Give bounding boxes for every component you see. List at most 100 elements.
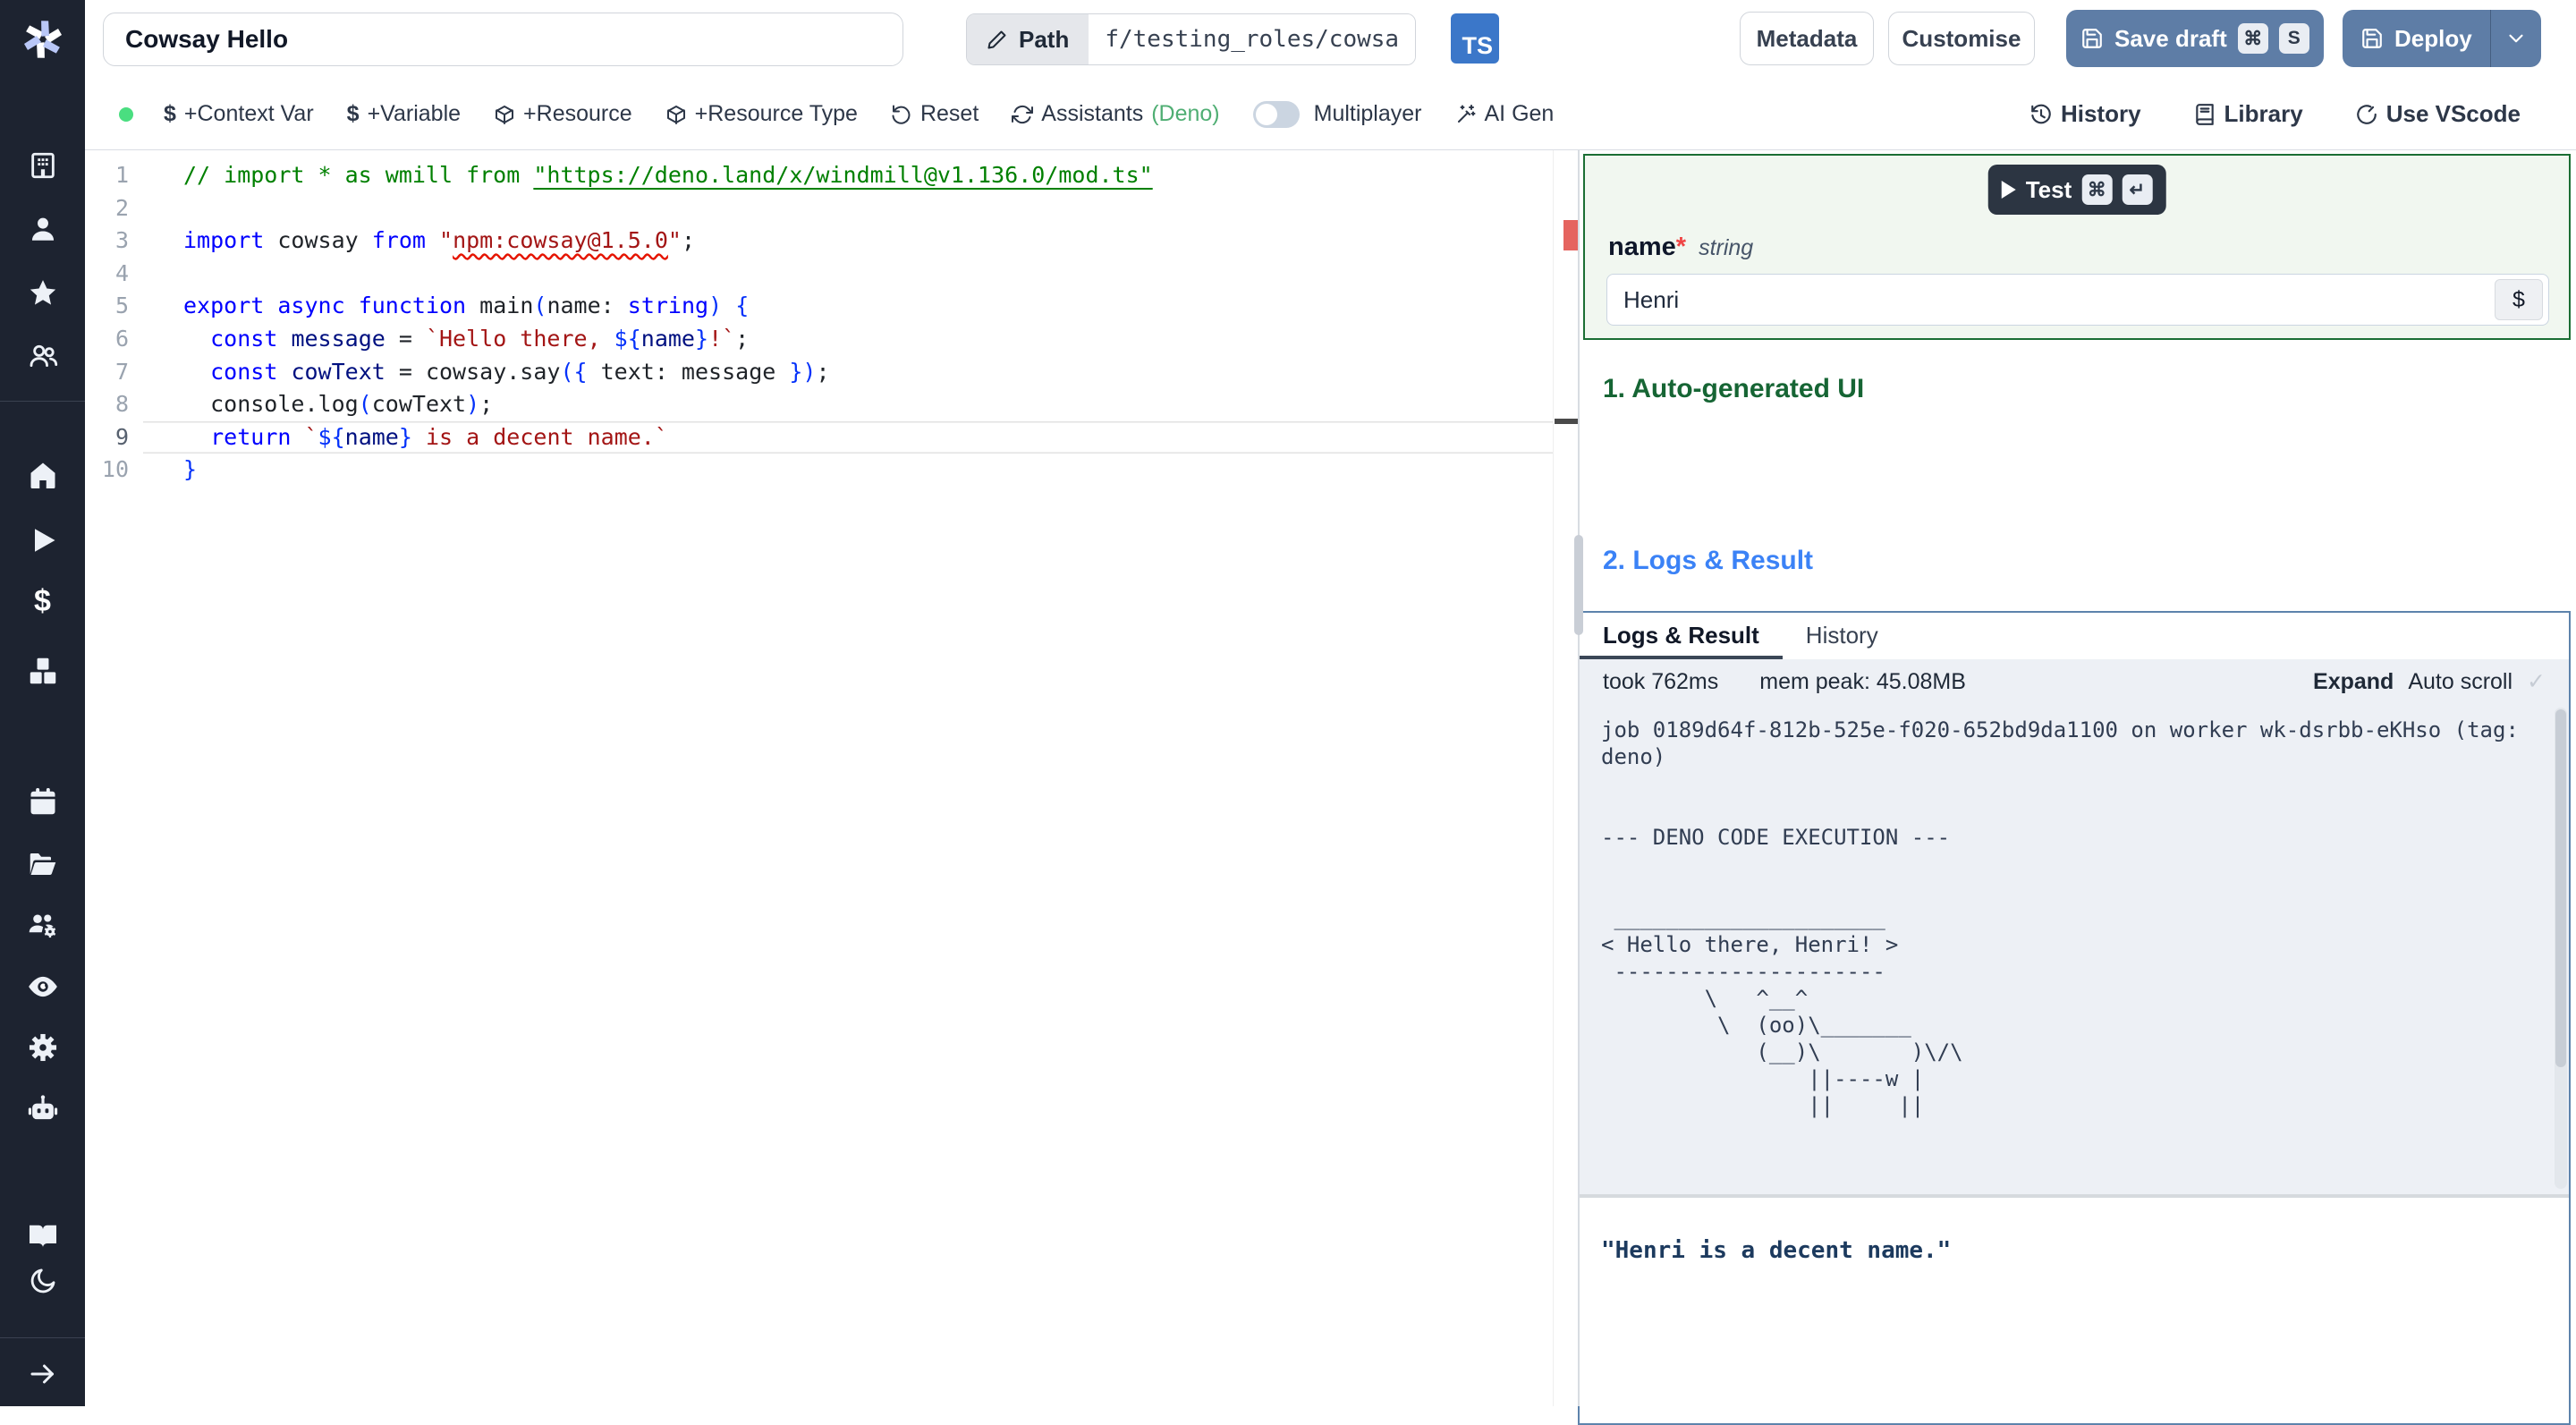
panel-resize-handle[interactable] — [1574, 535, 1583, 635]
metadata-button[interactable]: Metadata — [1740, 12, 1874, 65]
multiplayer-label: Multiplayer — [1314, 101, 1422, 127]
editor-overview-ruler — [1553, 150, 1578, 1406]
name-arg-input[interactable] — [1607, 275, 2548, 325]
log-scrollbar[interactable] — [2555, 708, 2567, 1189]
ai-gen-button[interactable]: AI Gen — [1455, 101, 1555, 127]
typescript-badge: TS — [1451, 13, 1499, 64]
add-context-var-button[interactable]: $ +Context Var — [164, 101, 314, 127]
logs-tabs: Logs & Result History — [1580, 613, 2569, 659]
error-marker — [1563, 220, 1579, 250]
dollar-icon: $ — [164, 101, 176, 127]
required-asterisk: * — [1676, 233, 1686, 261]
audit-eye-icon[interactable] — [0, 970, 85, 1004]
editor-gutter: 12345678910 — [85, 159, 143, 487]
deploy-dropdown-button[interactable] — [2491, 10, 2541, 67]
variables-dollar-icon[interactable]: $ — [0, 586, 85, 616]
live-status-dot — [119, 107, 133, 122]
sidebar-divider — [0, 401, 85, 402]
path-value[interactable]: f/testing_roles/cowsa — [1089, 14, 1415, 64]
logs-result-heading: 2. Logs & Result — [1603, 546, 1813, 576]
sidebar-divider — [0, 1337, 85, 1338]
use-vscode-button[interactable]: Use VScode — [2355, 100, 2521, 128]
library-button[interactable]: Library — [2193, 100, 2303, 128]
windmill-logo-icon[interactable] — [0, 16, 85, 63]
path-button[interactable]: Path f/testing_roles/cowsa — [966, 13, 1416, 65]
workers-robot-icon[interactable] — [0, 1092, 85, 1126]
book-icon — [2193, 103, 2216, 126]
package-icon — [494, 104, 515, 125]
vscode-icon — [2355, 103, 2378, 126]
variable-picker-button[interactable]: $ — [2495, 279, 2543, 320]
arg-name-label: name* — [1608, 233, 1686, 262]
enter-key-badge: ↵ — [2122, 174, 2152, 205]
auto-generated-ui-box: Test ⌘ ↵ name* string $ — [1583, 154, 2571, 340]
favorites-star-icon[interactable] — [0, 277, 85, 308]
multiplayer-toggle[interactable] — [1253, 101, 1300, 128]
history-button[interactable]: History — [2029, 100, 2141, 128]
save-draft-button[interactable]: Save draft ⌘ S — [2066, 10, 2324, 67]
package-icon — [665, 104, 687, 125]
add-resource-button[interactable]: +Resource — [494, 101, 632, 127]
path-label: Path — [1019, 26, 1069, 54]
save-icon — [2360, 27, 2384, 50]
chevron-down-icon — [2504, 27, 2528, 50]
run-stats-row: took 762ms mem peak: 45.08MB Expand Auto… — [1580, 659, 2569, 704]
s-key-badge: S — [2279, 23, 2309, 54]
settings-gear-icon[interactable] — [0, 1031, 85, 1065]
tab-logs-result[interactable]: Logs & Result — [1580, 613, 1783, 659]
runs-play-icon[interactable] — [0, 524, 85, 556]
users-icon[interactable] — [0, 341, 85, 371]
wand-sparkles-icon — [1455, 104, 1477, 125]
deploy-button[interactable]: Deploy — [2343, 10, 2541, 67]
rotate-ccw-icon — [891, 104, 912, 125]
play-icon — [2002, 181, 2016, 199]
dark-mode-moon-icon[interactable] — [0, 1266, 85, 1296]
schedules-calendar-icon[interactable] — [0, 785, 85, 818]
customise-button[interactable]: Customise — [1888, 12, 2035, 65]
editor-toolbar: $ +Context Var $ +Variable +Resource +Re… — [85, 79, 2576, 150]
history-icon — [2029, 103, 2053, 126]
cursor-marker — [1555, 419, 1578, 424]
code-editor[interactable]: 12345678910 // import * as wmill from "h… — [85, 150, 1578, 1406]
cmd-key-badge: ⌘ — [2081, 174, 2112, 205]
cmd-key-badge: ⌘ — [2238, 23, 2268, 54]
auto-scroll-toggle[interactable]: Auto scroll — [2408, 669, 2512, 695]
workspace-icon[interactable] — [0, 150, 85, 181]
log-output: job 0189d64f-812b-525e-f020-652bd9da1100… — [1601, 717, 2547, 1119]
deploy-label: Deploy — [2394, 25, 2472, 53]
assistants-button[interactable]: Assistants (Deno) — [1012, 101, 1219, 127]
test-button[interactable]: Test ⌘ ↵ — [1988, 165, 2166, 215]
code-lines[interactable]: // import * as wmill from "https://deno.… — [143, 159, 1553, 487]
expand-sidebar-arrow-icon[interactable] — [0, 1358, 85, 1390]
expand-button[interactable]: Expand — [2313, 669, 2394, 695]
script-title-input[interactable] — [103, 13, 903, 66]
reset-button[interactable]: Reset — [891, 101, 979, 127]
groups-users-cog-icon[interactable] — [0, 909, 85, 941]
assistants-lang-label: (Deno) — [1151, 101, 1219, 127]
check-icon: ✓ — [2527, 668, 2546, 695]
result-value: "Henri is a decent name." — [1601, 1237, 2547, 1264]
test-label: Test — [2026, 176, 2072, 204]
add-resource-type-button[interactable]: +Resource Type — [665, 101, 858, 127]
run-duration: took 762ms — [1603, 669, 1718, 695]
panel-splitter[interactable] — [1578, 150, 1580, 1406]
arg-input-wrap: $ — [1606, 274, 2549, 326]
add-variable-button[interactable]: $ +Variable — [347, 101, 461, 127]
docs-book-icon[interactable] — [0, 1219, 85, 1251]
tab-history[interactable]: History — [1783, 613, 1902, 659]
top-bar: Path f/testing_roles/cowsa TS Metadata C… — [85, 0, 2576, 79]
sidebar: $ — [0, 0, 85, 1406]
dollar-icon: $ — [347, 101, 360, 127]
home-icon[interactable] — [0, 459, 85, 491]
user-icon[interactable] — [0, 214, 85, 244]
log-viewer[interactable]: job 0189d64f-812b-525e-f020-652bd9da1100… — [1580, 704, 2569, 1194]
save-icon — [2080, 27, 2104, 50]
auto-generated-ui-heading: 1. Auto-generated UI — [1603, 374, 1864, 404]
resources-cubes-icon[interactable] — [0, 655, 85, 687]
logs-result-panel: Logs & Result History took 762ms mem pea… — [1578, 611, 2571, 1425]
right-panel: Test ⌘ ↵ name* string $ 1. Auto-generate… — [1580, 150, 2576, 1406]
save-draft-label: Save draft — [2114, 25, 2227, 53]
refresh-cw-icon — [1012, 104, 1033, 125]
folders-icon[interactable] — [0, 848, 85, 880]
result-viewer[interactable]: "Henri is a decent name." — [1580, 1198, 2569, 1423]
